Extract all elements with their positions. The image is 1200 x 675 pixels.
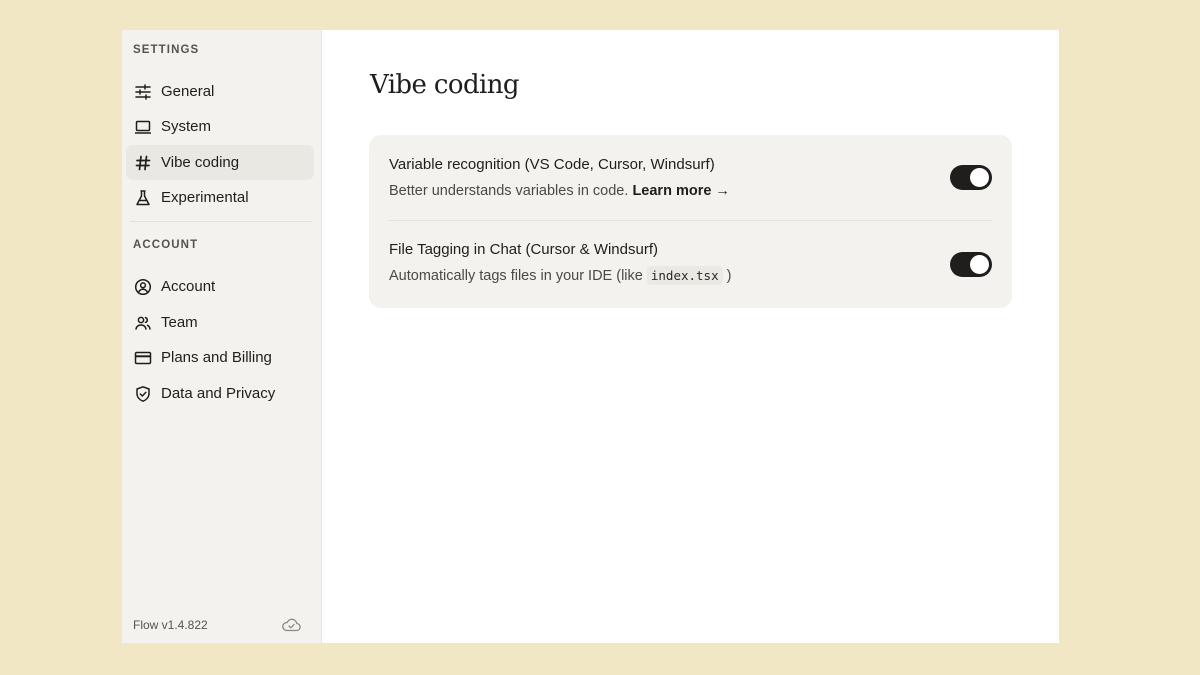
main-content: Vibe coding Variable recognition (VS Cod…: [322, 30, 1059, 643]
sidebar-item-label: Experimental: [161, 189, 249, 206]
sidebar-item-label: General: [161, 83, 215, 100]
sidebar-item-label: System: [161, 118, 212, 135]
hash-icon: [134, 154, 152, 172]
users-icon: [134, 314, 152, 332]
sidebar-item-label: Data and Privacy: [161, 385, 276, 402]
settings-section-label: SETTINGS: [133, 44, 200, 56]
row-divider: [389, 220, 992, 221]
sidebar-item-system[interactable]: System: [126, 109, 314, 144]
setting-row-file-tagging: File Tagging in Chat (Cursor & Windsurf)…: [389, 241, 992, 285]
cloud-check-icon[interactable]: [281, 616, 302, 634]
toggle-knob: [970, 255, 989, 274]
setting-title: Variable recognition (VS Code, Cursor, W…: [389, 156, 715, 173]
setting-description: Automatically tags files in your IDE (li…: [389, 266, 732, 285]
settings-window: SETTINGS General System Vibe coding Expe…: [122, 30, 1059, 643]
code-snippet: index.tsx: [646, 266, 723, 285]
sidebar-item-label: Team: [161, 314, 198, 331]
flask-icon: [134, 189, 152, 207]
sidebar-item-plans-billing[interactable]: Plans and Billing: [126, 340, 314, 375]
sidebar-item-vibe-coding[interactable]: Vibe coding: [126, 145, 314, 180]
sidebar-item-label: Vibe coding: [161, 154, 240, 171]
user-circle-icon: [134, 278, 152, 296]
sidebar-item-team[interactable]: Team: [126, 305, 314, 340]
sidebar-item-experimental[interactable]: Experimental: [126, 180, 314, 215]
toggle-knob: [970, 168, 989, 187]
sidebar-item-label: Account: [161, 278, 216, 295]
file-tagging-toggle[interactable]: [950, 252, 992, 277]
sidebar-item-account[interactable]: Account: [126, 269, 314, 304]
settings-card: Variable recognition (VS Code, Cursor, W…: [369, 135, 1012, 308]
sidebar-item-label: Plans and Billing: [161, 349, 272, 366]
sidebar: SETTINGS General System Vibe coding Expe…: [122, 30, 322, 643]
account-section-label: ACCOUNT: [133, 239, 199, 251]
learn-more-link[interactable]: Learn more →: [632, 183, 730, 199]
setting-row-variable-recognition: Variable recognition (VS Code, Cursor, W…: [389, 156, 992, 199]
page-title: Vibe coding: [370, 70, 520, 100]
sliders-icon: [134, 83, 152, 101]
laptop-icon: [134, 118, 152, 136]
shield-check-icon: [134, 385, 152, 403]
setting-title: File Tagging in Chat (Cursor & Windsurf): [389, 241, 658, 258]
credit-card-icon: [134, 349, 152, 367]
app-version: Flow v1.4.822: [133, 618, 208, 632]
sidebar-divider: [130, 221, 312, 222]
variable-recognition-toggle[interactable]: [950, 165, 992, 190]
sidebar-item-general[interactable]: General: [126, 74, 314, 109]
sidebar-item-data-privacy[interactable]: Data and Privacy: [126, 376, 314, 411]
setting-description: Better understands variables in code. Le…: [389, 183, 730, 199]
